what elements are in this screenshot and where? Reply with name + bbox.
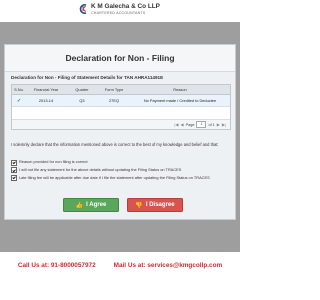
cell-form-type: 27EQ <box>109 98 119 103</box>
first-page-icon[interactable]: |◀ <box>174 122 178 127</box>
prev-page-icon[interactable]: ◀ <box>181 122 184 127</box>
checkbox-label: Reason provided for non filing is correc… <box>19 159 88 164</box>
cell-financial-year: 2013-14 <box>38 98 54 103</box>
checkbox-icon[interactable] <box>11 167 17 174</box>
declaration-checklist: Reason provided for non filing is correc… <box>11 159 233 183</box>
disagree-label: I Disagree <box>145 202 175 208</box>
column-header-quarter: Quarter <box>75 87 89 92</box>
table-header-row: S.No. Financial Year Quarter Form Type R… <box>12 85 230 95</box>
checkbox-icon[interactable] <box>11 159 17 166</box>
agree-button[interactable]: 👍 I Agree <box>63 198 119 212</box>
phone-contact: Call Us at: 91-8000057972 <box>17 262 96 269</box>
contact-footer: Call Us at: 91-8000057972 Mail Us at: se… <box>0 262 240 276</box>
company-logo-icon <box>79 4 87 14</box>
declaration-dialog: Declaration for Non - Filing Declaration… <box>4 44 236 220</box>
last-page-icon[interactable]: ▶| <box>222 122 226 127</box>
agree-label: I Agree <box>86 202 107 208</box>
column-header-financial-year: Financial Year <box>33 87 59 92</box>
table-pager: |◀ ◀ Page 1 of 1 ▶ ▶| <box>12 119 230 129</box>
checkbox-reason-correct[interactable]: Reason provided for non filing is correc… <box>11 159 233 166</box>
dialog-title: Declaration for Non - Filing <box>5 45 235 72</box>
table-row[interactable]: ✓ 2013-14 Q3 27EQ No Payment made / Cred… <box>12 95 230 107</box>
cell-quarter: Q3 <box>79 98 85 103</box>
thumbs-up-icon: 👍 <box>75 202 84 209</box>
checkbox-late-fee[interactable]: Late filing fee will be applicable after… <box>11 175 233 182</box>
checkbox-label: I will not file any statement for the ab… <box>19 166 182 172</box>
company-name: K M Galecha & Co LLP <box>91 3 160 10</box>
brand-header: K M Galecha & Co LLP CHARTERED ACCOUNTAN… <box>0 2 240 18</box>
pager-total: of 1 <box>208 122 215 127</box>
checkbox-label: Late filing fee will be applicable after… <box>19 174 210 180</box>
declaration-text: I solemnly declare that the information … <box>11 142 219 147</box>
checkbox-no-filing[interactable]: I will not file any statement for the ab… <box>11 167 233 174</box>
column-header-sno: S.No. <box>14 87 24 92</box>
email-contact: Mail Us at: services@kmgcollp.com <box>113 262 223 269</box>
checkbox-icon[interactable] <box>11 175 17 182</box>
column-header-form-type: Form Type <box>104 87 124 92</box>
next-page-icon[interactable]: ▶ <box>217 122 220 127</box>
dialog-subtitle: Declaration for Non - Filing of Statemen… <box>11 75 164 80</box>
pager-label: Page <box>185 122 195 127</box>
cell-reason: No Payment made / Credited to Deductee <box>143 98 217 103</box>
column-header-reason: Reason <box>173 87 187 92</box>
disagree-button[interactable]: 👎 I Disagree <box>127 198 183 212</box>
page-number-input[interactable]: 1 <box>196 121 207 128</box>
thumbs-down-icon: 👎 <box>135 202 143 209</box>
company-tagline: CHARTERED ACCOUNTANTS <box>91 11 146 15</box>
statement-table: S.No. Financial Year Quarter Form Type R… <box>11 84 231 130</box>
check-icon: ✓ <box>16 97 22 104</box>
table-empty-area <box>12 107 230 119</box>
